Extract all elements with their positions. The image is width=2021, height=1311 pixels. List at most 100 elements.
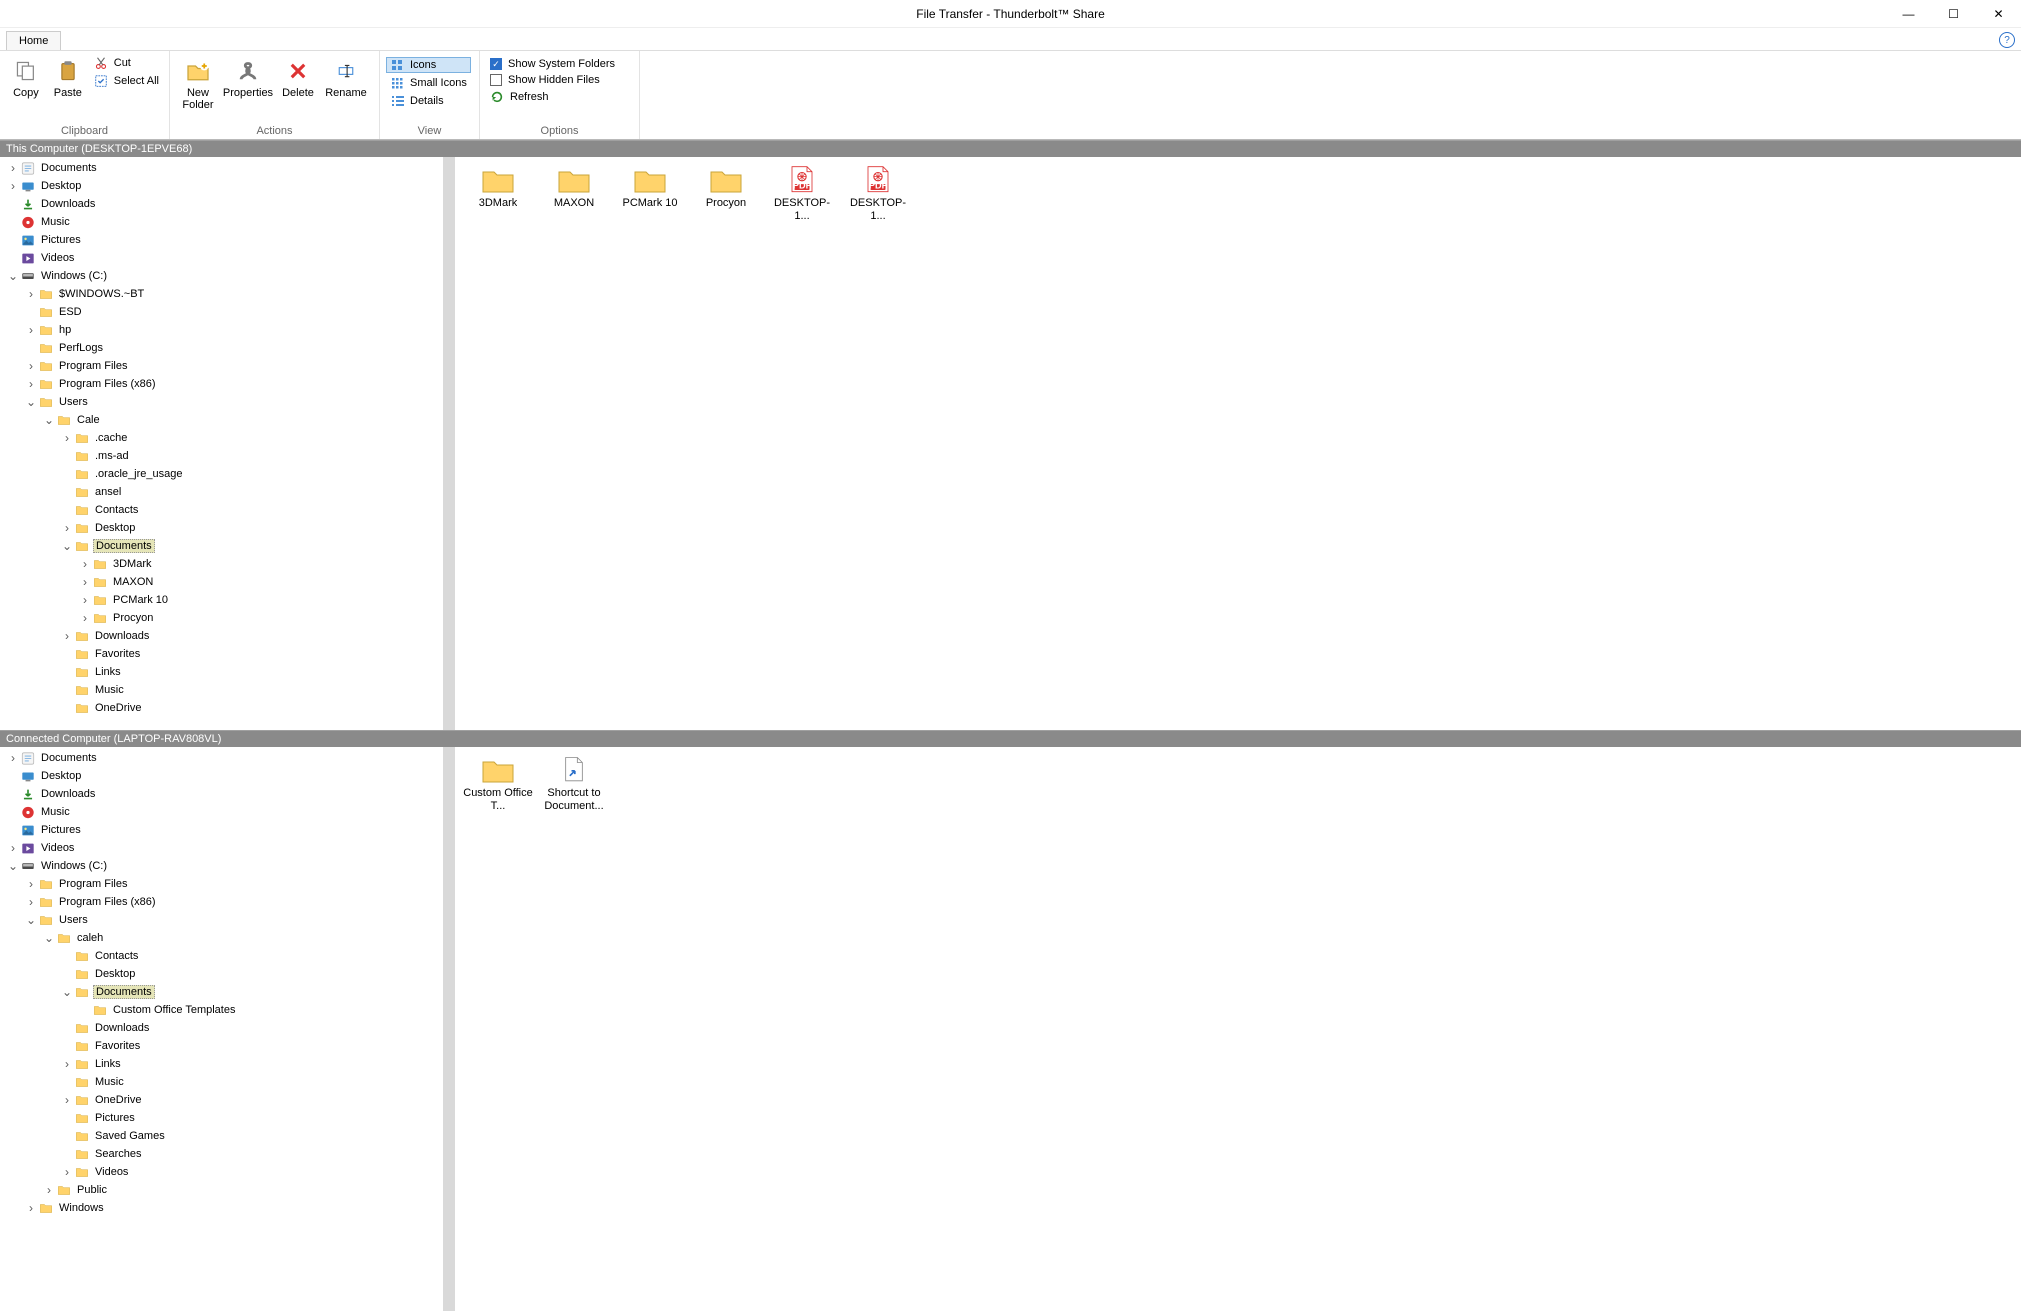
tree-node[interactable]: ›Downloads (2, 627, 449, 645)
file-item[interactable]: 3DMark (463, 163, 533, 223)
expand-toggle-icon[interactable]: › (6, 842, 20, 854)
tree-node[interactable]: ·.oracle_jre_usage (2, 465, 449, 483)
expand-toggle-icon[interactable]: › (24, 896, 38, 908)
file-item[interactable]: MAXON (539, 163, 609, 223)
expand-toggle-icon[interactable]: › (78, 558, 92, 570)
expand-toggle-icon[interactable]: · (60, 666, 74, 678)
tree-node[interactable]: ›$WINDOWS.~BT (2, 285, 449, 303)
tree-node[interactable]: ·Saved Games (2, 1127, 449, 1145)
expand-toggle-icon[interactable]: › (42, 1184, 56, 1196)
expand-toggle-icon[interactable]: ⌄ (24, 396, 38, 408)
tree-node[interactable]: ·Links (2, 663, 449, 681)
expand-toggle-icon[interactable]: › (78, 594, 92, 606)
expand-toggle-icon[interactable]: › (24, 1202, 38, 1214)
tree-node[interactable]: ⌄Documents (2, 983, 449, 1001)
expand-toggle-icon[interactable]: · (60, 1040, 74, 1052)
expand-toggle-icon[interactable]: · (60, 1022, 74, 1034)
expand-toggle-icon[interactable]: · (6, 770, 20, 782)
expand-toggle-icon[interactable]: ⌄ (42, 932, 56, 944)
tree-node[interactable]: ⌄Users (2, 393, 449, 411)
view-icons-button[interactable]: Icons (386, 57, 471, 73)
tree-node[interactable]: ›Links (2, 1055, 449, 1073)
content-connected-computer[interactable]: Custom Office T...Shortcut to Document..… (455, 747, 2021, 1311)
expand-toggle-icon[interactable]: · (78, 1004, 92, 1016)
minimize-button[interactable]: — (1886, 0, 1931, 28)
tree-node[interactable]: ⌄Windows (C:) (2, 857, 449, 875)
view-details-button[interactable]: Details (386, 93, 471, 109)
tree-node[interactable]: ·PerfLogs (2, 339, 449, 357)
rename-button[interactable]: Rename (322, 53, 370, 99)
expand-toggle-icon[interactable]: › (24, 360, 38, 372)
close-button[interactable]: ✕ (1976, 0, 2021, 28)
expand-toggle-icon[interactable]: · (60, 1112, 74, 1124)
tree-node[interactable]: ⌄Users (2, 911, 449, 929)
view-small-icons-button[interactable]: Small Icons (386, 75, 471, 91)
tree-node[interactable]: ›MAXON (2, 573, 449, 591)
expand-toggle-icon[interactable]: ⌄ (6, 270, 20, 282)
expand-toggle-icon[interactable]: · (60, 702, 74, 714)
tree-node[interactable]: ›.cache (2, 429, 449, 447)
tree-node[interactable]: ›3DMark (2, 555, 449, 573)
tree-node[interactable]: ·Music (2, 213, 449, 231)
expand-toggle-icon[interactable]: › (6, 162, 20, 174)
tree-node[interactable]: ›Desktop (2, 519, 449, 537)
expand-toggle-icon[interactable]: · (60, 450, 74, 462)
expand-toggle-icon[interactable]: › (24, 378, 38, 390)
expand-toggle-icon[interactable]: · (60, 648, 74, 660)
tree-node[interactable]: ⌄caleh (2, 929, 449, 947)
expand-toggle-icon[interactable]: › (60, 1094, 74, 1106)
tree-node[interactable]: ⌄Windows (C:) (2, 267, 449, 285)
expand-toggle-icon[interactable]: · (60, 1148, 74, 1160)
expand-toggle-icon[interactable]: · (60, 968, 74, 980)
expand-toggle-icon[interactable]: · (6, 806, 20, 818)
select-all-button[interactable]: Select All (90, 73, 163, 89)
tree-node[interactable]: ·Favorites (2, 1037, 449, 1055)
expand-toggle-icon[interactable]: · (60, 468, 74, 480)
delete-button[interactable]: Delete (276, 53, 320, 99)
tree-node[interactable]: ·Custom Office Templates (2, 1001, 449, 1019)
expand-toggle-icon[interactable]: · (6, 216, 20, 228)
file-item[interactable]: Custom Office T... (463, 753, 533, 813)
tree-node[interactable]: ·Pictures (2, 821, 449, 839)
tree-node[interactable]: ›Documents (2, 749, 449, 767)
expand-toggle-icon[interactable]: · (24, 306, 38, 318)
expand-toggle-icon[interactable]: ⌄ (24, 914, 38, 926)
content-this-computer[interactable]: 3DMarkMAXONPCMark 10ProcyonDESKTOP-1...D… (455, 157, 2021, 730)
tree-node[interactable]: ›Videos (2, 1163, 449, 1181)
tree-connected-computer[interactable]: ›Documents·Desktop·Downloads·Music·Pictu… (0, 747, 455, 1311)
expand-toggle-icon[interactable]: › (78, 612, 92, 624)
new-folder-button[interactable]: New Folder (176, 53, 220, 111)
help-button[interactable]: ? (1999, 32, 2015, 48)
expand-toggle-icon[interactable]: ⌄ (6, 860, 20, 872)
expand-toggle-icon[interactable]: › (60, 630, 74, 642)
expand-toggle-icon[interactable]: · (60, 950, 74, 962)
tree-node[interactable]: ·OneDrive (2, 699, 449, 717)
tree-node[interactable]: ·Favorites (2, 645, 449, 663)
tree-node[interactable]: ·ESD (2, 303, 449, 321)
expand-toggle-icon[interactable]: ⌄ (42, 414, 56, 426)
show-system-folders-toggle[interactable]: ✓Show System Folders (486, 57, 619, 71)
file-item[interactable]: DESKTOP-1... (767, 163, 837, 223)
show-hidden-files-toggle[interactable]: Show Hidden Files (486, 73, 619, 87)
tree-node[interactable]: ⌄Documents (2, 537, 449, 555)
tree-node[interactable]: ·Searches (2, 1145, 449, 1163)
expand-toggle-icon[interactable]: › (60, 1058, 74, 1070)
expand-toggle-icon[interactable]: › (24, 878, 38, 890)
tree-node[interactable]: ·Pictures (2, 1109, 449, 1127)
expand-toggle-icon[interactable]: · (6, 198, 20, 210)
expand-toggle-icon[interactable]: · (6, 788, 20, 800)
tab-home[interactable]: Home (6, 31, 61, 50)
expand-toggle-icon[interactable]: › (60, 432, 74, 444)
tree-node[interactable]: ·ansel (2, 483, 449, 501)
tree-node[interactable]: ›Documents (2, 159, 449, 177)
tree-node[interactable]: ·Music (2, 803, 449, 821)
tree-node[interactable]: ·Music (2, 1073, 449, 1091)
tree-node[interactable]: ›Videos (2, 839, 449, 857)
tree-node[interactable]: ·.ms-ad (2, 447, 449, 465)
tree-this-computer[interactable]: ›Documents›Desktop·Downloads·Music·Pictu… (0, 157, 455, 730)
expand-toggle-icon[interactable]: · (60, 684, 74, 696)
tree-node[interactable]: ›Public (2, 1181, 449, 1199)
expand-toggle-icon[interactable]: · (24, 342, 38, 354)
expand-toggle-icon[interactable]: › (6, 180, 20, 192)
tree-node[interactable]: ›PCMark 10 (2, 591, 449, 609)
